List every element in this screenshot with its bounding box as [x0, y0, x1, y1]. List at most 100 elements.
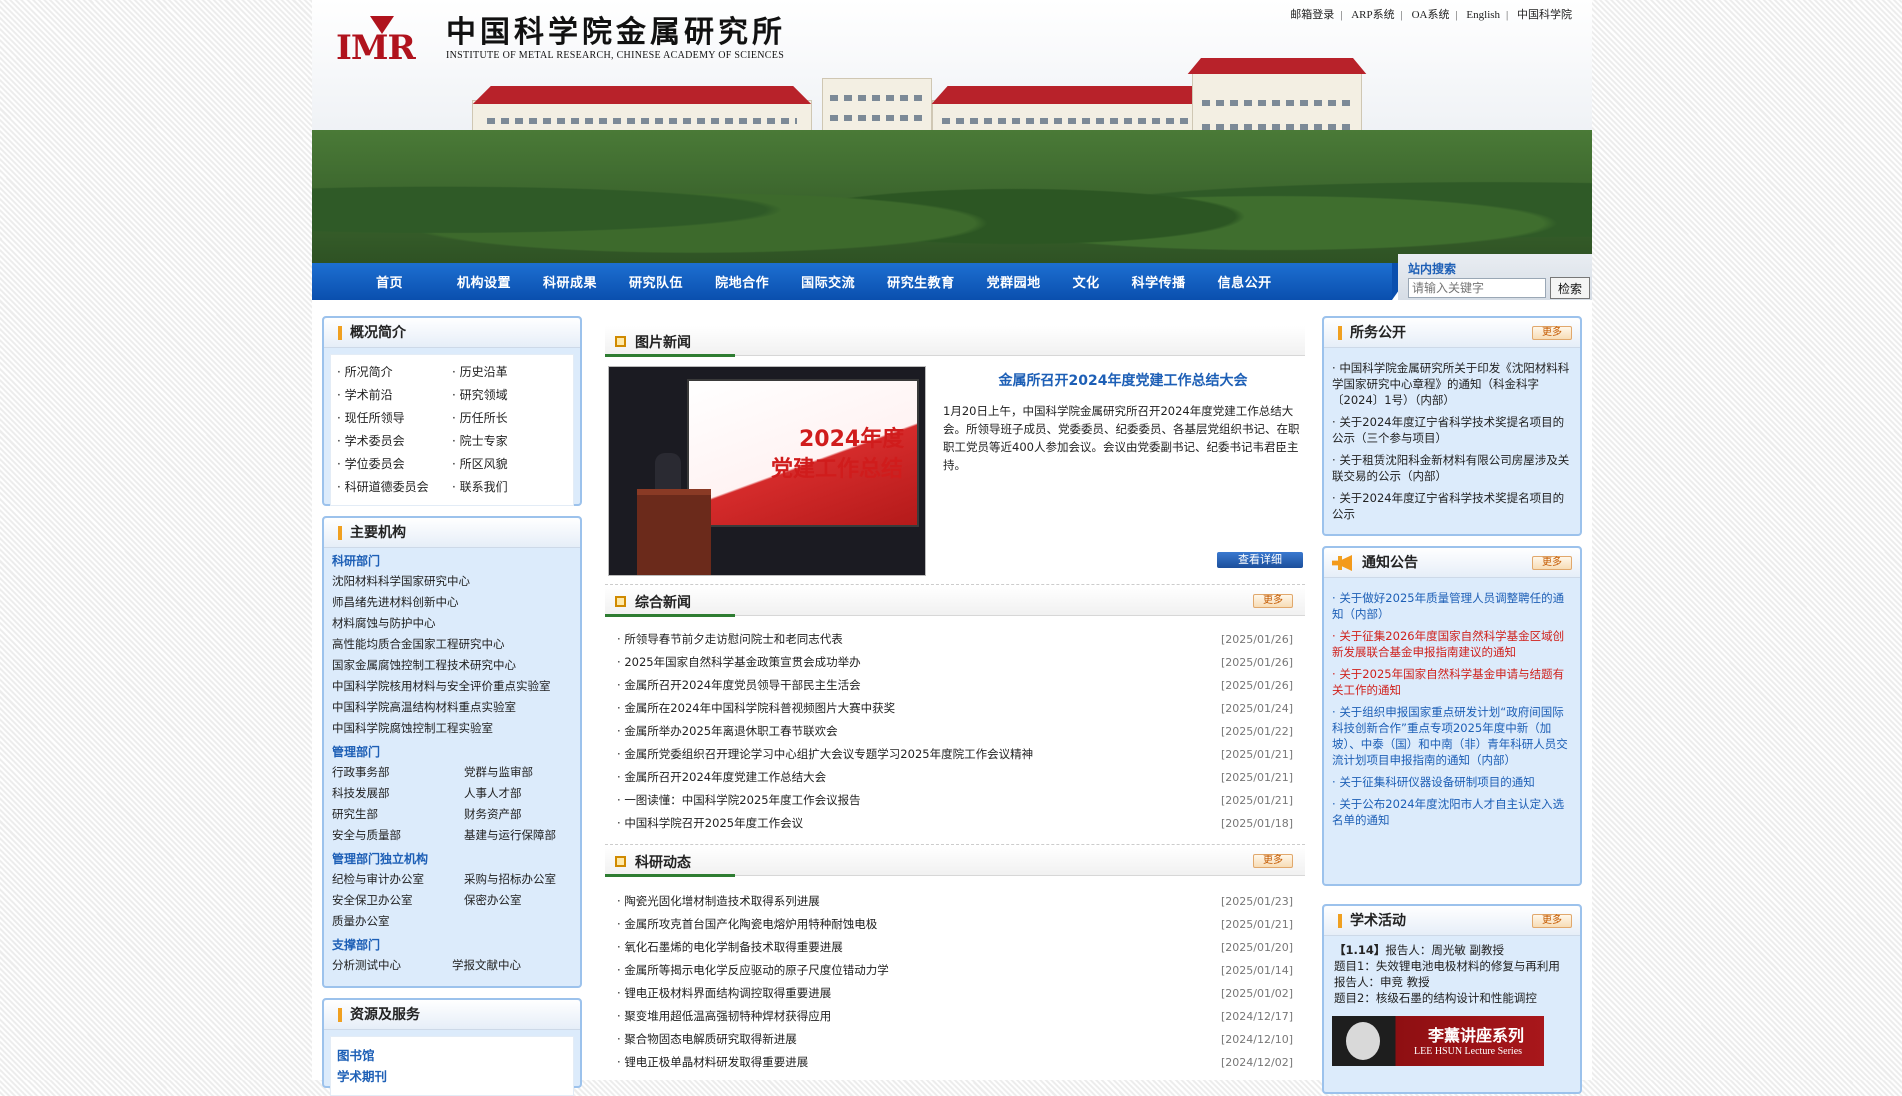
site-search: 站内搜索 检索	[1398, 254, 1592, 300]
notice-item[interactable]: 关于征集2026年度国家自然科学基金区域创新发展联合基金申报指南建议的通知	[1332, 628, 1572, 660]
top-link-arp[interactable]: ARP系统	[1351, 9, 1394, 21]
org-link[interactable]: 安全保卫办公室	[332, 890, 464, 911]
notice-item[interactable]: 关于征集科研仪器设备研制项目的通知	[1332, 774, 1572, 790]
org-section-research[interactable]: 科研部门	[332, 548, 572, 571]
org-link[interactable]: 安全与质量部	[332, 825, 464, 846]
academic-event[interactable]: 【1.14】报告人：周光敏 副教授 题目1：失效锂电池电极材料的修复与再利用 报…	[1324, 936, 1580, 1012]
view-detail-button[interactable]: 查看详细	[1217, 552, 1303, 568]
overview-link[interactable]: 学术委员会	[337, 432, 452, 451]
research-news-list: 陶瓷光固化增材制造技术取得系列进展[2025/01/23] 金属所攻克首台国产化…	[617, 890, 1293, 1074]
academic-panel: 学术活动 更多 【1.14】报告人：周光敏 副教授 题目1：失效锂电池电极材料的…	[1322, 904, 1582, 1094]
disclosure-more[interactable]: 更多	[1532, 326, 1572, 340]
list-item[interactable]: 氧化石墨烯的电化学制备技术取得重要进展[2025/01/20]	[617, 936, 1293, 959]
notice-item[interactable]: 关于做好2025年质量管理人员调整聘任的通知（内部）	[1332, 590, 1572, 622]
org-link[interactable]: 学报文献中心	[452, 955, 572, 976]
overview-link[interactable]: 研究领域	[452, 386, 567, 405]
nav-structure[interactable]: 机构设置	[441, 272, 527, 291]
list-item[interactable]: 2025年国家自然科学基金政策宣贯会成功举办[2025/01/26]	[617, 651, 1293, 674]
list-item[interactable]: 锂电正极材料界面结构调控取得重要进展[2025/01/02]	[617, 982, 1293, 1005]
list-item[interactable]: 金属所在2024年中国科学院科普视频图片大赛中获奖[2025/01/24]	[617, 697, 1293, 720]
research-news-title: 科研动态	[635, 855, 691, 871]
list-item[interactable]: 聚变堆用超低温高强韧特种焊材获得应用[2024/12/17]	[617, 1005, 1293, 1028]
org-link[interactable]: 行政事务部	[332, 762, 464, 783]
list-item[interactable]: 金属所举办2025年离退休职工春节联欢会[2025/01/22]	[617, 720, 1293, 743]
photo-news-headline[interactable]: 金属所召开2024年度党建工作总结大会	[943, 370, 1303, 390]
org-link[interactable]: 师昌绪先进材料创新中心	[332, 592, 572, 613]
speaker-figure	[655, 453, 681, 493]
overview-link[interactable]: 科研道德委员会	[337, 478, 452, 497]
org-link[interactable]: 沈阳材料科学国家研究中心	[332, 571, 572, 592]
org-link[interactable]: 党群与监审部	[464, 762, 572, 783]
list-item[interactable]: 锂电正极单晶材料研发取得重要进展[2024/12/02]	[617, 1051, 1293, 1074]
top-link-english[interactable]: English	[1466, 9, 1500, 21]
org-link[interactable]: 高性能均质合金国家工程研究中心	[332, 634, 572, 655]
org-link[interactable]: 人事人才部	[464, 783, 572, 804]
resource-library[interactable]: 图书馆	[337, 1041, 567, 1066]
org-link[interactable]: 采购与招标办公室	[464, 869, 572, 890]
academic-date: 【1.14】	[1334, 943, 1386, 957]
search-input[interactable]	[1408, 278, 1546, 298]
research-news-more[interactable]: 更多	[1253, 854, 1293, 868]
academic-topic-2: 题目2：核级石墨的结构设计和性能调控	[1334, 991, 1537, 1005]
org-link[interactable]: 研究生部	[332, 804, 464, 825]
org-section-support[interactable]: 支撑部门	[332, 932, 572, 955]
overview-link[interactable]: 所区风貌	[452, 455, 567, 474]
disclosure-item[interactable]: 关于2024年度辽宁省科学技术奖提名项目的公示（三个参与项目）	[1332, 414, 1572, 446]
top-link-oa[interactable]: OA系统	[1412, 9, 1450, 21]
top-link-cas[interactable]: 中国科学院	[1517, 9, 1572, 21]
search-button[interactable]: 检索	[1550, 277, 1590, 299]
photo-news-image[interactable]: 2024年度 党建工作总结	[608, 366, 926, 576]
overview-link[interactable]: 学位委员会	[337, 455, 452, 474]
org-link[interactable]: 纪检与审计办公室	[332, 869, 464, 890]
list-item[interactable]: 陶瓷光固化增材制造技术取得系列进展[2025/01/23]	[617, 890, 1293, 913]
notices-more[interactable]: 更多	[1532, 556, 1572, 570]
list-item[interactable]: 金属所召开2024年度党建工作总结大会[2025/01/21]	[617, 766, 1293, 789]
general-news-more[interactable]: 更多	[1253, 594, 1293, 608]
org-link[interactable]: 国家金属腐蚀控制工程技术研究中心	[332, 655, 572, 676]
org-link[interactable]: 分析测试中心	[332, 955, 452, 976]
org-section-mgmt[interactable]: 管理部门	[332, 739, 572, 762]
overview-link[interactable]: 所况简介	[337, 363, 452, 382]
general-news-title: 综合新闻	[635, 595, 691, 611]
overview-link[interactable]: 现任所领导	[337, 409, 452, 428]
org-link[interactable]: 科技发展部	[332, 783, 464, 804]
academic-more[interactable]: 更多	[1532, 914, 1572, 928]
org-section-independent[interactable]: 管理部门独立机构	[332, 846, 572, 869]
list-item[interactable]: 金属所党委组织召开理论学习中心组扩大会议专题学习2025年度院工作会议精神[20…	[617, 743, 1293, 766]
org-link[interactable]: 中国科学院核用材料与安全评价重点实验室	[332, 676, 572, 697]
org-link[interactable]: 中国科学院高温结构材料重点实验室	[332, 697, 572, 718]
resources-panel: 资源及服务 图书馆 学术期刊	[322, 998, 582, 1096]
org-link[interactable]: 保密办公室	[464, 890, 572, 911]
disclosure-item[interactable]: 中国科学院金属研究所关于印发《沈阳材料科学国家研究中心章程》的通知（科金科字〔2…	[1332, 360, 1572, 408]
disclosure-item[interactable]: 关于租赁沈阳科金新材料有限公司房屋涉及关联交易的公示（内部）	[1332, 452, 1572, 484]
lecture-series-banner[interactable]: 李薰讲座系列 LEE HSUN Lecture Series	[1332, 1016, 1544, 1066]
overview-link[interactable]: 历任所长	[452, 409, 567, 428]
resource-journals[interactable]: 学术期刊	[337, 1066, 567, 1087]
imr-logo-mark: IMR	[336, 16, 436, 68]
org-link[interactable]: 基建与运行保障部	[464, 825, 572, 846]
list-item[interactable]: 所领导春节前夕走访慰问院士和老同志代表[2025/01/26]	[617, 628, 1293, 651]
list-item[interactable]: 金属所等揭示电化学反应驱动的原子尺度位错动力学[2025/01/14]	[617, 959, 1293, 982]
disclosure-item[interactable]: 关于2024年度辽宁省科学技术奖提名项目的公示	[1332, 490, 1572, 522]
portrait-icon	[1346, 1022, 1380, 1060]
org-link[interactable]: 材料腐蚀与防护中心	[332, 613, 572, 634]
disclosure-panel: 所务公开 更多 中国科学院金属研究所关于印发《沈阳材料科学国家研究中心章程》的通…	[1322, 316, 1582, 536]
overview-link[interactable]: 学术前沿	[337, 386, 452, 405]
org-link[interactable]: 质量办公室	[332, 911, 464, 932]
list-item[interactable]: 金属所攻克首台国产化陶瓷电熔炉用特种耐蚀电极[2025/01/21]	[617, 913, 1293, 936]
overview-link[interactable]: 联系我们	[452, 478, 567, 497]
org-link[interactable]: 中国科学院腐蚀控制工程实验室	[332, 718, 572, 739]
list-item[interactable]: 一图读懂：中国科学院2025年度工作会议报告[2025/01/21]	[617, 789, 1293, 812]
list-item[interactable]: 金属所召开2024年度党员领导干部民主生活会[2025/01/26]	[617, 674, 1293, 697]
list-item[interactable]: 聚合物固态电解质研究取得新进展[2024/12/10]	[617, 1028, 1293, 1051]
notice-item[interactable]: 关于组织申报国家重点研发计划“政府间国际科技创新合作”重点专项2025年度中新（…	[1332, 704, 1572, 768]
nav-home[interactable]: 首页	[360, 272, 419, 291]
list-item[interactable]: 中国科学院召开2025年度工作会议[2025/01/18]	[617, 812, 1293, 835]
notice-item[interactable]: 关于2025年国家自然科学基金申请与结题有关工作的通知	[1332, 666, 1572, 698]
notice-item[interactable]: 关于公布2024年度沈阳市人才自主认定入选名单的通知	[1332, 796, 1572, 828]
org-link[interactable]: 财务资产部	[464, 804, 572, 825]
nav-achievements[interactable]: 科研成果	[527, 272, 613, 291]
overview-link[interactable]: 院士专家	[452, 432, 567, 451]
resources-title: 资源及服务	[324, 1000, 580, 1030]
overview-link[interactable]: 历史沿革	[452, 363, 567, 382]
